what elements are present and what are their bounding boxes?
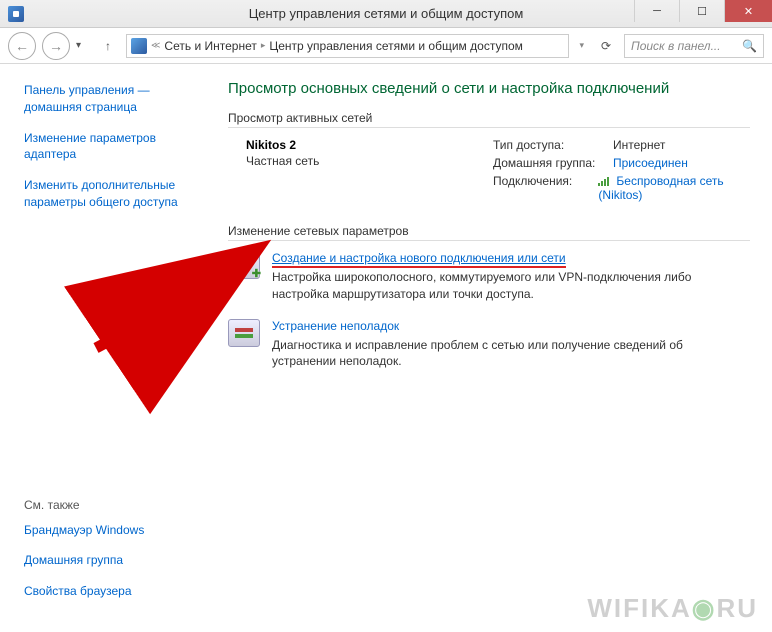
access-value: Интернет xyxy=(613,138,665,152)
network-type: Частная сеть xyxy=(246,154,493,168)
minimize-button[interactable]: ─ xyxy=(634,0,679,22)
window-controls: ─ ☐ ✕ xyxy=(634,0,772,27)
window-title: Центр управления сетями и общим доступом xyxy=(249,6,524,21)
sidebar-link-homegroup[interactable]: Домашняя группа xyxy=(24,552,144,569)
access-label: Тип доступа: xyxy=(493,138,613,152)
create-connection-desc: Настройка широкополосного, коммутируемог… xyxy=(272,269,750,303)
breadcrumb[interactable]: ≪ Сеть и Интернет ▸ Центр управления сет… xyxy=(126,34,569,58)
create-connection-link[interactable]: Создание и настройка нового подключения … xyxy=(272,251,566,268)
task-create-connection: Создание и настройка нового подключения … xyxy=(228,251,750,303)
titlebar: Центр управления сетями и общим доступом… xyxy=(0,0,772,28)
homegroup-label: Домашняя группа: xyxy=(493,156,613,170)
change-settings-heading: Изменение сетевых параметров xyxy=(228,224,750,241)
sidebar-link-home[interactable]: Панель управления — домашняя страница xyxy=(24,82,198,116)
sidebar-link-sharing[interactable]: Изменить дополнительные параметры общего… xyxy=(24,177,198,211)
connection-link[interactable]: Беспроводная сеть (Nikitos) xyxy=(598,174,750,202)
sidebar-link-browser[interactable]: Свойства браузера xyxy=(24,583,144,600)
page-title: Просмотр основных сведений о сети и наст… xyxy=(228,80,750,97)
chevron-right-icon: ▸ xyxy=(261,40,266,51)
troubleshoot-link[interactable]: Устранение неполадок xyxy=(272,319,399,333)
connections-label: Подключения: xyxy=(493,174,598,202)
sidebar-link-firewall[interactable]: Брандмауэр Windows xyxy=(24,522,144,539)
active-networks-heading: Просмотр активных сетей xyxy=(228,111,750,128)
network-info: Nikitos 2 Частная сеть xyxy=(228,138,493,206)
troubleshoot-desc: Диагностика и исправление проблем с сеть… xyxy=(272,337,750,371)
sidebar-bottom: См. также Брандмауэр Windows Домашняя гр… xyxy=(24,498,144,614)
maximize-button[interactable]: ☐ xyxy=(679,0,724,22)
chevron-down-icon[interactable]: ▾ xyxy=(579,40,584,51)
up-button[interactable]: ↑ xyxy=(96,34,120,58)
breadcrumb-item[interactable]: Центр управления сетями и общим доступом xyxy=(269,39,523,53)
back-button[interactable]: ← xyxy=(8,32,36,60)
breadcrumb-item[interactable]: Сеть и Интернет xyxy=(164,39,256,53)
network-name: Nikitos 2 xyxy=(246,138,493,152)
network-icon xyxy=(131,38,147,54)
close-button[interactable]: ✕ xyxy=(724,0,772,22)
network-row: Nikitos 2 Частная сеть Тип доступа: Инте… xyxy=(228,138,750,206)
watermark: WIFIKA◉RU xyxy=(587,593,758,624)
search-input[interactable]: Поиск в панел... 🔍 xyxy=(624,34,764,58)
see-also-heading: См. также xyxy=(24,498,144,512)
main-panel: Просмотр основных сведений о сети и наст… xyxy=(210,64,772,632)
search-placeholder: Поиск в панел... xyxy=(631,39,721,53)
troubleshoot-icon xyxy=(228,319,260,347)
refresh-button[interactable]: ⟳ xyxy=(594,34,618,58)
new-connection-icon xyxy=(228,251,260,279)
search-icon: 🔍 xyxy=(742,39,757,53)
sidebar: Панель управления — домашняя страница Из… xyxy=(0,64,210,632)
history-dropdown-icon[interactable]: ▾ xyxy=(76,40,90,51)
navbar: ← → ▾ ↑ ≪ Сеть и Интернет ▸ Центр управл… xyxy=(0,28,772,64)
chevron-icon: ≪ xyxy=(151,40,160,51)
task-troubleshoot: Устранение неполадок Диагностика и испра… xyxy=(228,319,750,371)
content-area: Панель управления — домашняя страница Из… xyxy=(0,64,772,632)
sidebar-link-adapter[interactable]: Изменение параметров адаптера xyxy=(24,130,198,164)
forward-button[interactable]: → xyxy=(42,32,70,60)
network-details: Тип доступа: Интернет Домашняя группа: П… xyxy=(493,138,750,206)
homegroup-link[interactable]: Присоединен xyxy=(613,156,688,170)
wifi-signal-icon xyxy=(598,176,612,186)
app-icon xyxy=(8,6,24,22)
